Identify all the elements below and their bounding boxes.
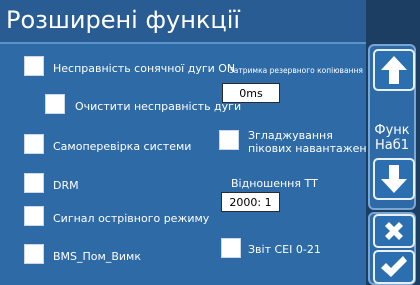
page-label-line-2: Наб1 bbox=[374, 138, 410, 153]
peak-shaving-label-1: Згладжування bbox=[248, 129, 333, 142]
island-mode-signal-label: Сигнал острівного режиму bbox=[53, 212, 210, 225]
ct-ratio-input[interactable]: 2000: 1 bbox=[221, 192, 280, 212]
ct-ratio-label: Відношення ТТ bbox=[231, 177, 318, 190]
system-self-check-label: Самоперевірка системи bbox=[53, 140, 192, 153]
page-down-button[interactable] bbox=[373, 158, 415, 200]
island-mode-signal-checkbox[interactable] bbox=[24, 206, 44, 226]
arrow-down-icon bbox=[381, 165, 407, 193]
bms-err-stop-checkbox[interactable] bbox=[24, 244, 44, 264]
clear-arc-fault-checkbox[interactable] bbox=[45, 94, 65, 114]
solar-arc-fault-checkbox[interactable] bbox=[24, 56, 44, 76]
peak-shaving-label-2: пікових навантажень bbox=[248, 142, 374, 155]
bms-err-stop-label: BMS_Пом_Вимк bbox=[53, 250, 141, 263]
page-label-line-1: Функ bbox=[374, 123, 410, 138]
page-up-button[interactable] bbox=[373, 49, 415, 91]
drm-checkbox[interactable] bbox=[24, 173, 44, 193]
backup-delay-label: Затримка резервного копіювання bbox=[229, 66, 363, 75]
page-title: Розширені функції bbox=[6, 6, 241, 34]
drm-label: DRM bbox=[53, 179, 79, 192]
cancel-button[interactable] bbox=[373, 214, 415, 248]
checkmark-icon bbox=[381, 256, 407, 277]
system-self-check-checkbox[interactable] bbox=[24, 134, 44, 154]
close-icon bbox=[385, 222, 403, 240]
cei-report-label: Звіт CEI 0-21 bbox=[248, 243, 321, 256]
arrow-up-icon bbox=[381, 56, 407, 84]
title-bar: Розширені функції bbox=[0, 0, 366, 44]
cei-report-checkbox[interactable] bbox=[221, 238, 241, 258]
confirm-button[interactable] bbox=[373, 250, 415, 284]
solar-arc-fault-label: Несправність сонячної дуги ON bbox=[53, 62, 236, 75]
clear-arc-fault-label: Очистити несправність дуги bbox=[75, 100, 242, 113]
peak-shaving-checkbox[interactable] bbox=[219, 130, 239, 150]
